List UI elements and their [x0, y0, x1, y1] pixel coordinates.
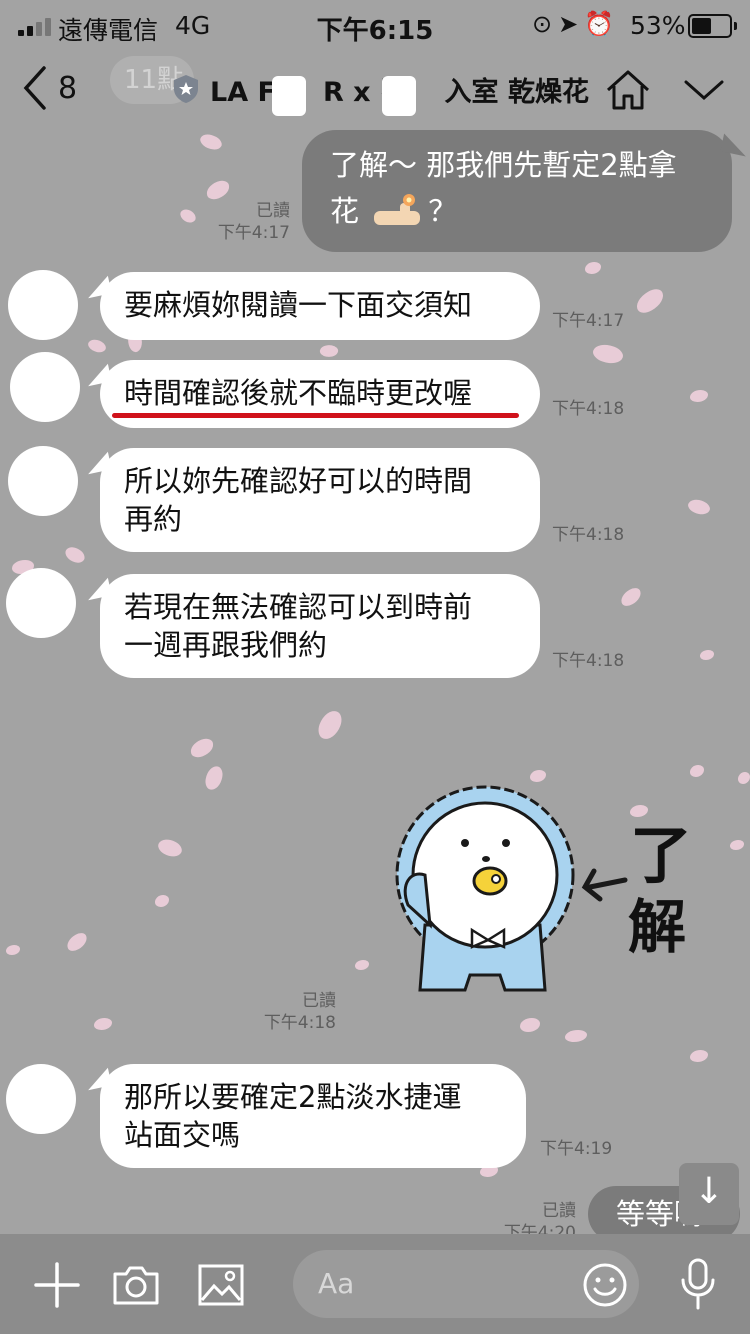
shield-icon [174, 75, 198, 103]
chat-screen: 遠傳電信 4G 下午6:15 ⊙➤⏰ 53% 8 11點 LA F R x 引 … [0, 0, 750, 1334]
message-text: 站面交嗎 [124, 1118, 241, 1152]
bear-sticker[interactable]: 了 解 [380, 775, 710, 1005]
redaction-mask [382, 76, 416, 116]
redaction-mask [272, 76, 306, 116]
battery-percent: 53% [630, 11, 686, 40]
input-placeholder: Aa [318, 1267, 355, 1300]
message-time: 下午4:17 [217, 223, 290, 243]
outgoing-message[interactable]: 了解～ 那我們先暫定2點拿 花 ？ [302, 130, 732, 252]
emoji-icon[interactable] [582, 1262, 628, 1308]
rotation-lock-icon: ⊙ [532, 10, 559, 38]
chat-header: 8 11點 LA F R x 引 入室 乾燥花 [0, 52, 750, 128]
incoming-message[interactable]: 那所以要確定2點淡水捷運 站面交嗎 [100, 1064, 526, 1168]
avatar[interactable] [8, 446, 78, 516]
plus-icon[interactable] [34, 1262, 80, 1308]
message-time: 下午4:18 [552, 651, 625, 671]
message-text: 所以妳先確認好可以的時間 [124, 464, 473, 498]
arrow-down-icon: ↓ [693, 1171, 725, 1212]
flower-hand-emoji-icon [374, 194, 421, 225]
message-text: 花 [330, 194, 360, 228]
sticker-text: 解 [628, 893, 687, 961]
message-text: ？ [428, 194, 458, 228]
message-text: 時間確認後就不臨時更改喔 [124, 376, 473, 410]
battery-icon [688, 14, 737, 38]
back-chevron-icon[interactable] [22, 62, 48, 122]
scroll-down-button[interactable]: ↓ [679, 1163, 739, 1225]
home-icon[interactable] [604, 68, 652, 112]
message-text: 若現在無法確認可以到時前 [124, 590, 473, 624]
avatar[interactable] [8, 270, 78, 340]
message-time: 下午4:18 [263, 1013, 336, 1033]
incoming-message[interactable]: 所以妳先確認好可以的時間 再約 [100, 448, 540, 552]
unread-count[interactable]: 8 [58, 71, 77, 106]
image-icon[interactable] [198, 1264, 244, 1306]
microphone-icon[interactable] [678, 1258, 718, 1310]
location-arrow-icon: ➤ [558, 10, 585, 38]
message-text: 一週再跟我們約 [124, 628, 328, 662]
highlight-underline [112, 413, 519, 418]
alarm-icon: ⏰ [584, 10, 621, 38]
battery-fill [692, 18, 711, 34]
message-text: 那所以要確定2點淡水捷運 [124, 1080, 462, 1114]
message-time: 下午4:19 [540, 1139, 613, 1159]
incoming-message[interactable]: 若現在無法確認可以到時前 一週再跟我們約 [100, 574, 540, 678]
incoming-message[interactable]: 要麻煩妳閱讀一下面交須知 [100, 272, 540, 340]
message-time: 下午4:18 [552, 525, 625, 545]
message-text: 要麻煩妳閱讀一下面交須知 [124, 288, 473, 322]
read-receipt: 已讀 [542, 1201, 576, 1221]
message-time: 下午4:18 [552, 399, 625, 419]
status-bar: 遠傳電信 4G 下午6:15 ⊙➤⏰ 53% [0, 0, 750, 52]
avatar[interactable] [6, 568, 76, 638]
avatar[interactable] [6, 1064, 76, 1134]
read-receipt: 已讀 [302, 991, 336, 1011]
camera-icon[interactable] [112, 1264, 160, 1306]
message-time: 下午4:17 [552, 311, 625, 331]
message-text: 再約 [124, 502, 183, 536]
read-receipt: 已讀 [256, 201, 290, 221]
input-bar: Aa [0, 1234, 750, 1334]
chevron-down-icon[interactable] [684, 78, 724, 102]
message-text: 了解～ 那我們先暫定2點拿 [330, 148, 677, 182]
avatar[interactable] [10, 352, 80, 422]
